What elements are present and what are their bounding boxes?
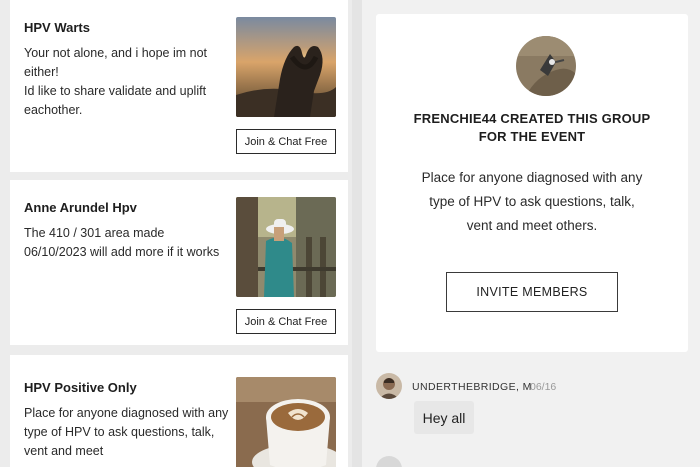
message-avatar[interactable] [376,373,402,399]
person-hat-balcony-image [236,197,336,297]
group-description: Place for anyone diagnosed with any type… [24,406,229,458]
message-date: 06/16 [530,381,557,393]
group-title[interactable]: Anne Arundel Hpv [24,200,137,215]
event-info-card: FRENCHIE44 CREATED THIS GROUP FOR THE EV… [376,14,688,352]
group-card[interactable]: HPV Positive Only Place for anyone diagn… [10,355,348,467]
frenchie-avatar-image [516,36,576,96]
group-detail-panel: FRENCHIE44 CREATED THIS GROUP FOR THE EV… [362,0,700,467]
column-divider [352,0,362,467]
group-card[interactable]: HPV Warts Your not alone, and i hope im … [10,0,348,172]
group-image[interactable] [236,197,336,297]
latte-cup-image [236,377,336,467]
event-description: Place for anyone diagnosed with any type… [421,170,643,233]
heart-hands-sunset-image [236,17,336,117]
creator-avatar[interactable] [516,36,576,96]
message-bubble: Hey all [414,401,474,434]
group-image[interactable] [236,377,336,467]
group-description: The 410 / 301 area made 06/10/2023 will … [24,226,220,259]
group-list: HPV Warts Your not alone, and i hope im … [0,0,352,467]
user-avatar-image [376,373,402,399]
join-chat-button[interactable]: Join & Chat Free [236,309,336,334]
group-title[interactable]: HPV Positive Only [24,380,137,395]
creator-heading: FRENCHIE44 CREATED THIS GROUP FOR THE EV… [413,111,651,144]
group-description: Your not alone, and i hope im not either… [24,46,208,117]
message-username[interactable]: UNDERTHEBRIDGE, M [412,381,532,393]
group-title[interactable]: HPV Warts [24,20,90,35]
invite-members-button[interactable]: INVITE MEMBERS [446,272,618,312]
join-chat-button[interactable]: Join & Chat Free [236,129,336,154]
group-card[interactable]: Anne Arundel Hpv The 410 / 301 area made… [10,180,348,345]
message-avatar[interactable] [376,456,402,467]
group-image[interactable] [236,17,336,117]
